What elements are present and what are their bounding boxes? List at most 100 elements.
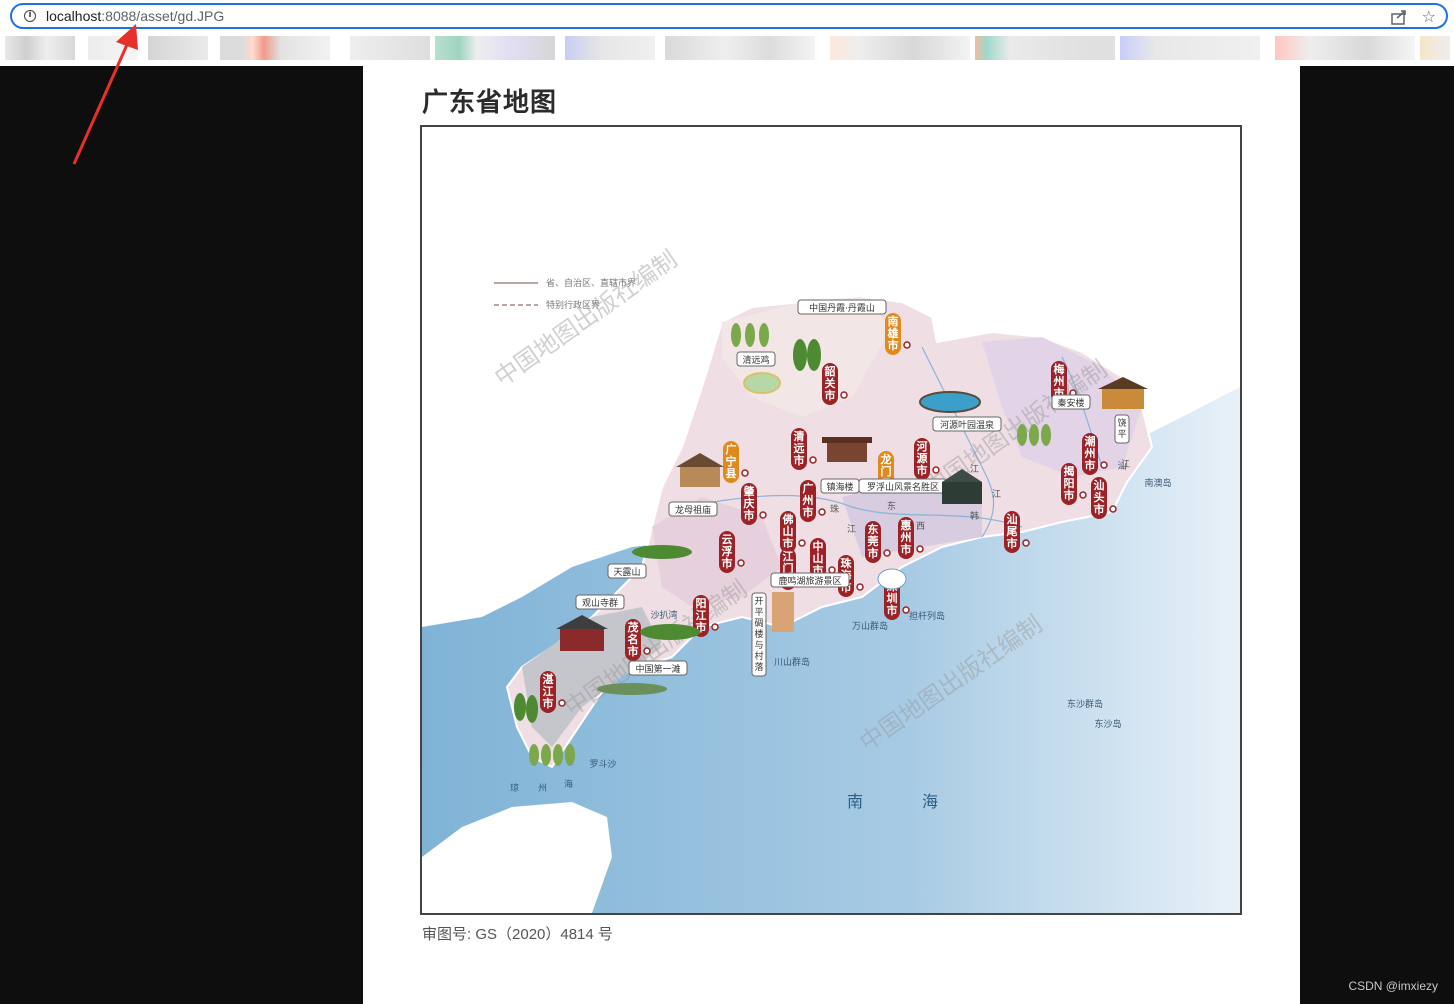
city-badge-char: 市 xyxy=(628,644,639,658)
city-badge-char: 门 xyxy=(881,464,892,478)
strait-label: 州 xyxy=(538,783,547,794)
attraction-label: 天露山 xyxy=(607,563,647,579)
city-badge-char: 肇 xyxy=(743,484,756,498)
bookmark-item[interactable] xyxy=(350,36,430,60)
city-badge-char: 中 xyxy=(813,539,824,553)
svg-text:村: 村 xyxy=(754,650,763,662)
city-badge-char: 市 xyxy=(887,603,898,617)
bookmarks-bar xyxy=(0,34,1454,62)
bookmark-item[interactable] xyxy=(220,36,330,60)
city-badge-char: 浮 xyxy=(722,544,733,558)
bookmark-item[interactable] xyxy=(1275,36,1415,60)
svg-text:中国丹霞·丹霞山: 中国丹霞·丹霞山 xyxy=(809,302,875,314)
city-badge-char: 源 xyxy=(917,451,928,465)
attraction-label: 中国第一滩 xyxy=(628,660,688,676)
city-badge-char: 莞 xyxy=(867,534,879,548)
city-badge-char: 湛 xyxy=(543,672,554,686)
attraction-label: 龙母祖庙 xyxy=(668,501,718,517)
city-badge-char: 圳 xyxy=(887,591,898,605)
bookmark-item[interactable] xyxy=(665,36,815,60)
city-badge-char: 市 xyxy=(1094,502,1105,516)
attraction-label: 东沙群岛 xyxy=(1067,698,1103,710)
city-badge-char: 河 xyxy=(917,439,928,453)
map-frame: 省、自治区、直辖市界 特别行政区界 中国地图出版社编制 中国地图出版社编制 中国… xyxy=(420,125,1242,915)
svg-text:镇海楼: 镇海楼 xyxy=(826,481,853,493)
red-arrow-annotation xyxy=(72,24,138,165)
sea-label: 南 xyxy=(847,792,863,811)
city-badge-char: 汕 xyxy=(1007,512,1018,526)
city-badge-char: 雄 xyxy=(887,326,899,340)
city-badge-char: 汕 xyxy=(1094,478,1105,492)
attraction-label: 南澳岛 xyxy=(1144,477,1171,489)
share-icon[interactable] xyxy=(1390,8,1408,26)
svg-text:罗浮山风景名胜区: 罗浮山风景名胜区 xyxy=(867,481,939,493)
city-badge-char: 市 xyxy=(803,505,814,519)
city-badge-char: 市 xyxy=(888,338,899,352)
info-icon[interactable]: i xyxy=(24,10,36,22)
river-label: 韩 xyxy=(970,510,979,522)
river-label: 西 xyxy=(916,521,925,532)
svg-text:沙扒湾: 沙扒湾 xyxy=(650,609,677,621)
attraction-label: 万山群岛 xyxy=(852,620,888,632)
svg-text:万山群岛: 万山群岛 xyxy=(852,620,888,632)
city-badge-char: 关 xyxy=(825,376,836,390)
browser-chrome: i localhost:8088/asset/gd.JPG ☆ xyxy=(0,0,1454,66)
attraction-label: 清远鸡 xyxy=(736,351,776,367)
city-badge-char: 茂 xyxy=(628,620,639,634)
river-label: 江 xyxy=(847,524,856,535)
bookmark-item[interactable] xyxy=(1120,36,1260,60)
map-approval-number: 审图号: GS（2020）4814 号 xyxy=(422,926,613,943)
svg-text:平: 平 xyxy=(1117,429,1126,440)
svg-text:观山寺群: 观山寺群 xyxy=(582,597,618,609)
city-badge-char: 宁 xyxy=(726,454,737,468)
svg-text:鹿鸣湖旅游景区: 鹿鸣湖旅游景区 xyxy=(778,575,841,587)
river-label: 东 xyxy=(887,500,896,512)
city-badge-char: 市 xyxy=(917,463,928,477)
attraction-label: 开平碉楼与村落 xyxy=(751,592,767,677)
attraction-label: 秦安楼 xyxy=(1051,394,1091,410)
svg-text:南澳岛: 南澳岛 xyxy=(1144,477,1171,489)
city-badge-char: 广 xyxy=(803,481,814,495)
bookmark-item[interactable] xyxy=(975,36,1115,60)
bookmark-item[interactable] xyxy=(435,36,555,60)
sea-label: 海 xyxy=(922,792,938,811)
city-badge-char: 江 xyxy=(783,549,794,563)
strait-label: 琼 xyxy=(510,782,519,794)
city-badge-char: 山 xyxy=(783,524,794,538)
attraction-label: 鹿鸣湖旅游景区 xyxy=(770,572,850,588)
city-badge-char: 山 xyxy=(813,551,824,565)
address-bar[interactable]: i localhost:8088/asset/gd.JPG ☆ xyxy=(10,3,1448,29)
river-label: 江 xyxy=(970,464,979,475)
city-badge-char: 市 xyxy=(1007,536,1018,550)
star-icon[interactable]: ☆ xyxy=(1422,7,1436,26)
city-badge-char: 江 xyxy=(696,608,707,622)
city-badge-char: 市 xyxy=(794,453,805,467)
attraction-label: 担杆列岛 xyxy=(909,610,945,622)
attraction-label: 观山寺群 xyxy=(575,594,625,610)
city-badge-char: 韶 xyxy=(825,364,836,378)
svg-text:龙母祖庙: 龙母祖庙 xyxy=(675,504,711,516)
svg-text:平: 平 xyxy=(754,607,763,618)
attraction-label: 河源叶园温泉 xyxy=(932,416,1002,432)
city-badge-char: 市 xyxy=(783,536,794,550)
city-badge-char: 市 xyxy=(722,556,733,570)
attraction-label: 中国丹霞·丹霞山 xyxy=(797,299,887,315)
bookmark-item[interactable] xyxy=(565,36,655,60)
svg-text:东沙岛: 东沙岛 xyxy=(1094,718,1121,730)
city-badge-char: 市 xyxy=(1085,458,1096,472)
bookmark-item[interactable] xyxy=(1420,36,1450,60)
lake xyxy=(919,391,981,413)
city-badge-char: 名 xyxy=(628,632,639,646)
svg-text:饶: 饶 xyxy=(1117,417,1126,429)
attraction-label: 饶平 xyxy=(1114,414,1130,444)
city-badge-char: 南 xyxy=(888,314,899,328)
bookmark-item[interactable] xyxy=(830,36,970,60)
svg-text:罗斗沙: 罗斗沙 xyxy=(589,759,616,770)
city-badge-char: 县 xyxy=(726,467,737,480)
river-label: 江 xyxy=(1121,459,1130,470)
city-badge-char: 揭 xyxy=(1064,464,1075,478)
attraction-label: 川山群岛 xyxy=(774,656,810,668)
attraction-label: 罗斗沙 xyxy=(589,759,616,770)
city-badge-char: 市 xyxy=(1064,488,1075,502)
svg-text:楼: 楼 xyxy=(754,628,763,640)
